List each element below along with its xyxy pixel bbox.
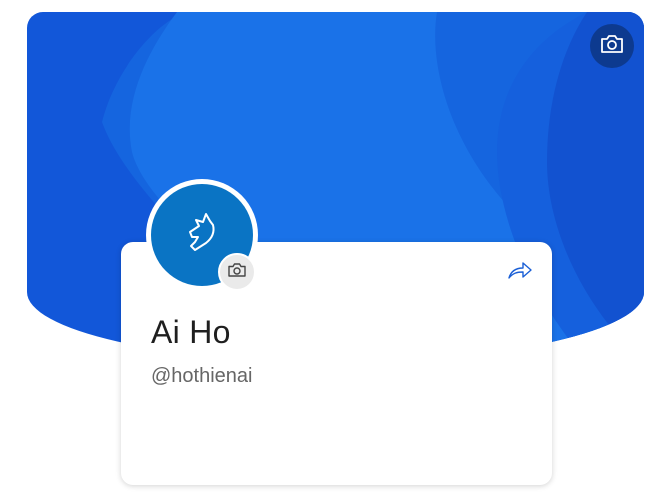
change-cover-photo-button[interactable] <box>590 24 634 68</box>
profile-handle: @hothienai <box>151 365 253 387</box>
share-arrow-icon <box>507 260 533 285</box>
profile-name: Ai Ho <box>151 314 231 350</box>
camera-icon <box>227 262 247 283</box>
change-avatar-button[interactable] <box>218 253 256 291</box>
profile-page: Ai Ho @hothienai <box>0 0 670 500</box>
share-profile-button[interactable] <box>506 260 534 284</box>
camera-icon <box>599 33 625 60</box>
horse-head-icon <box>182 210 222 261</box>
